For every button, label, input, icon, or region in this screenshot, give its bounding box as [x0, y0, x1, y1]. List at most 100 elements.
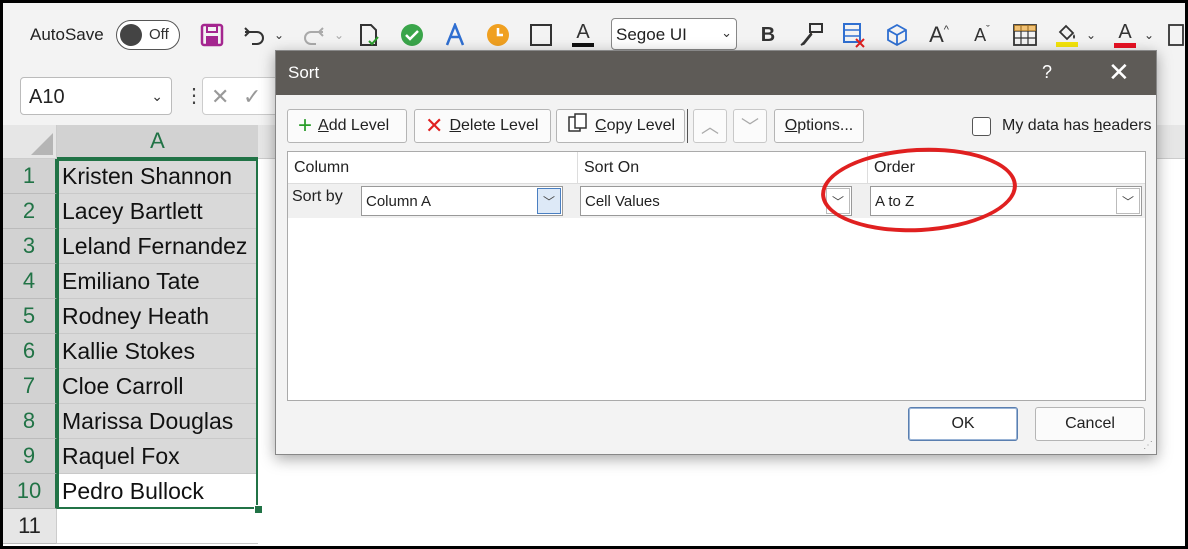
formula-buttons: ✕ ✓: [202, 77, 282, 115]
row-header[interactable]: 11: [3, 509, 57, 544]
order-select-value: A to Z: [875, 193, 915, 210]
font-name-select[interactable]: Segoe UI ⌄: [611, 18, 737, 50]
fill-color-bar: [1056, 41, 1078, 47]
bold-button[interactable]: B: [754, 21, 782, 49]
chevron-down-icon[interactable]: ﹀: [826, 188, 850, 214]
new-file-icon[interactable]: [355, 21, 383, 49]
chevron-down-icon: ﹀: [741, 117, 759, 137]
row-header[interactable]: 6: [3, 334, 57, 369]
sort-filter-icon[interactable]: [1163, 21, 1185, 49]
font-color-underline-icon[interactable]: A: [569, 21, 597, 49]
color-bar: [572, 43, 594, 47]
options-button[interactable]: Options...: [774, 109, 864, 143]
select-all-triangle: [31, 133, 53, 155]
sort-on-select[interactable]: Cell Values ﹀: [580, 186, 852, 216]
row-header[interactable]: 1: [3, 159, 57, 194]
cell-a9[interactable]: Raquel Fox: [57, 439, 258, 474]
font-color-letter-red: A: [1118, 20, 1132, 43]
table-icon[interactable]: [1011, 21, 1039, 49]
add-level-button[interactable]: + Add Level: [287, 109, 407, 143]
move-up-button: ︿: [693, 109, 727, 143]
plus-icon: +: [298, 112, 313, 139]
clear-format-icon[interactable]: [840, 21, 868, 49]
chevron-down-icon: ⌄: [721, 25, 732, 40]
row-header[interactable]: 2: [3, 194, 57, 229]
name-box[interactable]: A10 ⌄: [20, 77, 172, 115]
font-color-letter: A: [576, 21, 590, 43]
row-header[interactable]: 9: [3, 439, 57, 474]
redo-icon: [299, 21, 327, 49]
copy-level-label: Copy Level: [595, 117, 676, 134]
row-header[interactable]: 5: [3, 299, 57, 334]
dialog-title-bar[interactable]: Sort ? ✕: [276, 51, 1156, 95]
clock-icon[interactable]: [484, 21, 512, 49]
cell-a3[interactable]: Leland Fernandez: [57, 229, 258, 264]
order-col-header: Order: [868, 152, 1145, 184]
row-header[interactable]: 10: [3, 474, 57, 509]
column-select-value: Column A: [366, 193, 432, 210]
autosave-toggle[interactable]: Off: [116, 20, 180, 50]
sort-on-select-value: Cell Values: [585, 193, 660, 210]
cell-a7[interactable]: Cloe Carroll: [57, 369, 258, 404]
copy-icon: [567, 112, 589, 141]
fill-handle[interactable]: [254, 505, 263, 514]
cell-a1[interactable]: Kristen Shannon: [57, 159, 258, 194]
save-icon[interactable]: [198, 21, 226, 49]
chevron-down-icon[interactable]: ﹀: [1116, 188, 1140, 214]
column-header-a[interactable]: A: [57, 125, 258, 159]
format-painter-icon[interactable]: [797, 21, 825, 49]
delete-level-button[interactable]: ✕ Delete Level: [414, 109, 551, 143]
font-color-dropdown-icon[interactable]: ⌄: [1135, 21, 1163, 49]
shrink-font-letter: A: [974, 24, 987, 45]
select-all-button[interactable]: [3, 125, 57, 159]
cell-a4[interactable]: Emiliano Tate: [57, 264, 258, 299]
pen-icon[interactable]: [441, 21, 469, 49]
cell-a8[interactable]: Marissa Douglas: [57, 404, 258, 439]
check-circle-icon[interactable]: [398, 21, 426, 49]
sort-levels-list: Column Sort On Order Sort by Column A ﹀ …: [287, 151, 1146, 401]
shrink-font-button[interactable]: Aˇ: [968, 21, 996, 49]
move-down-button: ﹀: [733, 109, 767, 143]
font-name-value: Segoe UI: [616, 25, 687, 44]
border-icon[interactable]: [527, 21, 555, 49]
chevron-down-icon[interactable]: ⌄: [151, 88, 163, 105]
row-header[interactable]: 7: [3, 369, 57, 404]
more-options-icon[interactable]: ⋮: [184, 83, 204, 108]
add-level-label: Add Level: [318, 117, 390, 134]
headers-checkbox[interactable]: [972, 117, 991, 136]
undo-dropdown-icon[interactable]: ⌄: [265, 21, 293, 49]
toggle-knob: [120, 24, 142, 46]
caret-down-icon: ˇ: [986, 24, 990, 36]
order-select[interactable]: A to Z ﹀: [870, 186, 1142, 216]
delete-x-icon: ✕: [425, 113, 444, 138]
column-select[interactable]: Column A ﹀: [361, 186, 563, 216]
row-header[interactable]: 3: [3, 229, 57, 264]
cell-a11[interactable]: [57, 509, 258, 544]
sort-by-label: Sort by: [292, 188, 343, 205]
grow-font-button[interactable]: A ^: [925, 21, 953, 49]
cell-a2[interactable]: Lacey Bartlett: [57, 194, 258, 229]
confirm-edit-icon[interactable]: ✓: [243, 84, 261, 110]
ok-button[interactable]: OK: [908, 407, 1018, 441]
cancel-edit-icon[interactable]: ✕: [211, 84, 229, 110]
row-header[interactable]: 4: [3, 264, 57, 299]
resize-grip-icon[interactable]: ⋰: [1143, 440, 1153, 451]
grow-font-letter: A: [929, 22, 944, 47]
caret-up-icon: ^: [943, 24, 949, 36]
fill-color-dropdown-icon[interactable]: ⌄: [1077, 21, 1105, 49]
cancel-button[interactable]: Cancel: [1035, 407, 1145, 441]
chevron-down-icon[interactable]: ﹀: [537, 188, 561, 214]
row-header[interactable]: 8: [3, 404, 57, 439]
close-button[interactable]: ✕: [1108, 57, 1130, 88]
cell-a5[interactable]: Rodney Heath: [57, 299, 258, 334]
cube-icon[interactable]: [883, 21, 911, 49]
sort-on-col-header: Sort On: [578, 152, 868, 184]
autosave-state: Off: [149, 26, 169, 43]
name-box-value: A10: [29, 86, 65, 108]
chevron-up-icon: ︿: [701, 117, 719, 137]
headers-checkbox-label[interactable]: My data has headers: [1002, 117, 1151, 135]
help-button[interactable]: ?: [1042, 62, 1052, 83]
cell-a10[interactable]: Pedro Bullock: [57, 474, 258, 509]
cell-a6[interactable]: Kallie Stokes: [57, 334, 258, 369]
copy-level-button[interactable]: Copy Level: [556, 109, 685, 143]
